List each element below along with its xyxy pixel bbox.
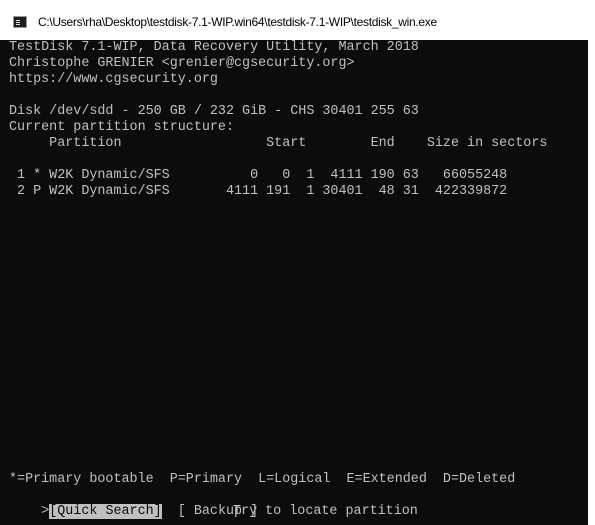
window-edge bbox=[588, 40, 595, 525]
console-area[interactable]: TestDisk 7.1-WIP, Data Recovery Utility,… bbox=[0, 40, 588, 525]
partition-row: 2 P W2K Dynamic/SFS 4111 191 1 30401 48 … bbox=[9, 184, 508, 199]
menu-cursor: > bbox=[41, 504, 50, 519]
partition-column-header: Partition Start End Size in sectors bbox=[9, 136, 548, 151]
author-line: Christophe GRENIER <grenier@cgsecurity.o… bbox=[9, 56, 355, 71]
window-title: C:\Users\rha\Desktop\testdisk-7.1-WIP.wi… bbox=[38, 15, 437, 29]
disk-info-line: Disk /dev/sdd - 250 GB / 232 GiB - CHS 3… bbox=[9, 104, 419, 119]
website-line: https://www.cgsecurity.org bbox=[9, 72, 218, 87]
title-bar[interactable]: C:\Users\rha\Desktop\testdisk-7.1-WIP.wi… bbox=[0, 0, 595, 40]
app-title-line: TestDisk 7.1-WIP, Data Recovery Utility,… bbox=[9, 40, 419, 55]
structure-label: Current partition structure: bbox=[9, 120, 234, 135]
console-window-icon bbox=[13, 16, 27, 28]
menu-hint: Try to locate partition bbox=[233, 504, 418, 519]
action-menu: >[Quick Search] [ Backup ] bbox=[9, 488, 258, 519]
quick-search-option[interactable]: [Quick Search] bbox=[49, 504, 162, 519]
partition-type-legend: *=Primary bootable P=Primary L=Logical E… bbox=[9, 472, 516, 487]
partition-row: 1 * W2K Dynamic/SFS 0 0 1 4111 190 63 66… bbox=[9, 168, 508, 183]
